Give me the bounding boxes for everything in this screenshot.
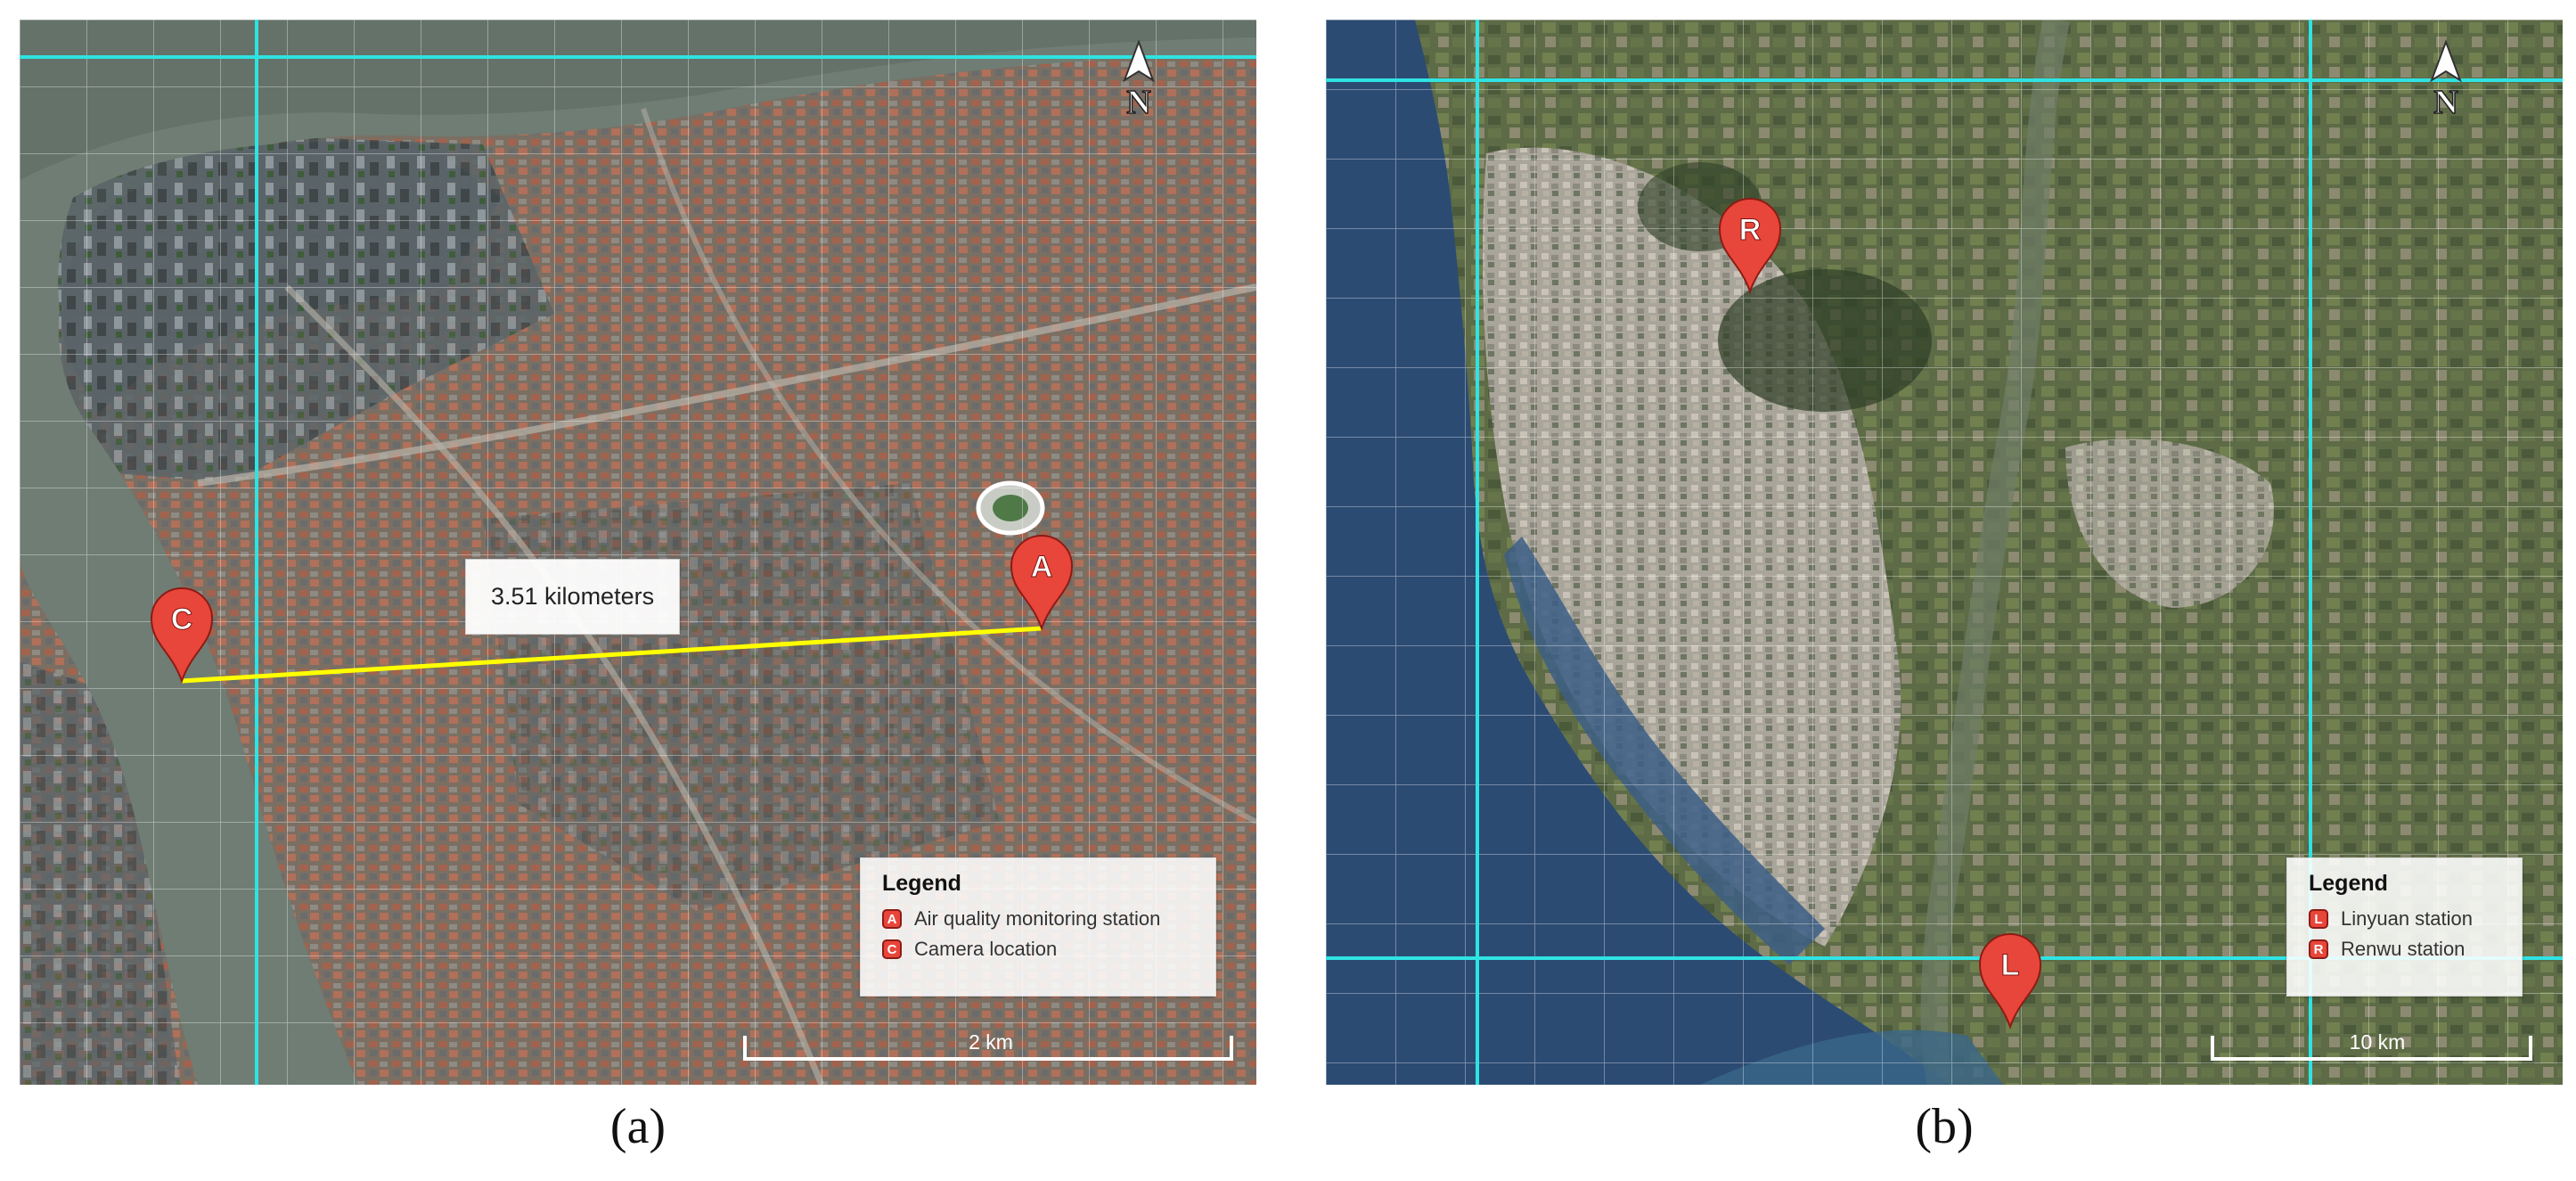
- marker-l-icon: L: [2309, 909, 2328, 929]
- legend-title: Legend: [882, 871, 961, 896]
- marker-c-icon: C: [882, 939, 902, 959]
- map-panel-b[interactable]: N R L 10 km Legend L Linyuan station R R…: [1326, 20, 2563, 1085]
- marker-r-icon: R: [2309, 939, 2328, 959]
- caption-b: (b): [1915, 1099, 1974, 1154]
- svg-text:N: N: [1126, 84, 1150, 121]
- caption-a: (a): [609, 1099, 666, 1154]
- legend-b: Legend L Linyuan station R Renwu station: [2286, 857, 2523, 996]
- svg-text:L: L: [2001, 948, 2020, 982]
- legend-item-air-quality: A Air quality monitoring station: [882, 907, 1194, 931]
- legend-item-label: Renwu station: [2341, 938, 2466, 960]
- scale-label: 10 km: [2349, 1030, 2406, 1054]
- distance-label: 3.51 kilometers: [465, 559, 681, 635]
- scale-label: 2 km: [969, 1030, 1013, 1054]
- marker-a-icon: A: [882, 909, 902, 929]
- legend-title: Legend: [2309, 871, 2388, 896]
- svg-text:A: A: [1031, 550, 1053, 584]
- legend-item-label: Linyuan station: [2341, 907, 2473, 930]
- legend-item-linyuan: L Linyuan station: [2309, 907, 2500, 931]
- legend-item-camera: C Camera location: [882, 938, 1194, 961]
- map-panel-a[interactable]: N C A 3.51 kilometers 2 km Legend A Air …: [20, 20, 1256, 1085]
- legend-item-label: Air quality monitoring station: [914, 907, 1161, 930]
- legend-a: Legend A Air quality monitoring station …: [860, 857, 1216, 996]
- legend-item-renwu: R Renwu station: [2309, 938, 2500, 961]
- svg-text:N: N: [2433, 84, 2457, 121]
- svg-text:C: C: [171, 603, 193, 636]
- legend-item-label: Camera location: [914, 938, 1058, 960]
- svg-text:R: R: [1739, 213, 1762, 247]
